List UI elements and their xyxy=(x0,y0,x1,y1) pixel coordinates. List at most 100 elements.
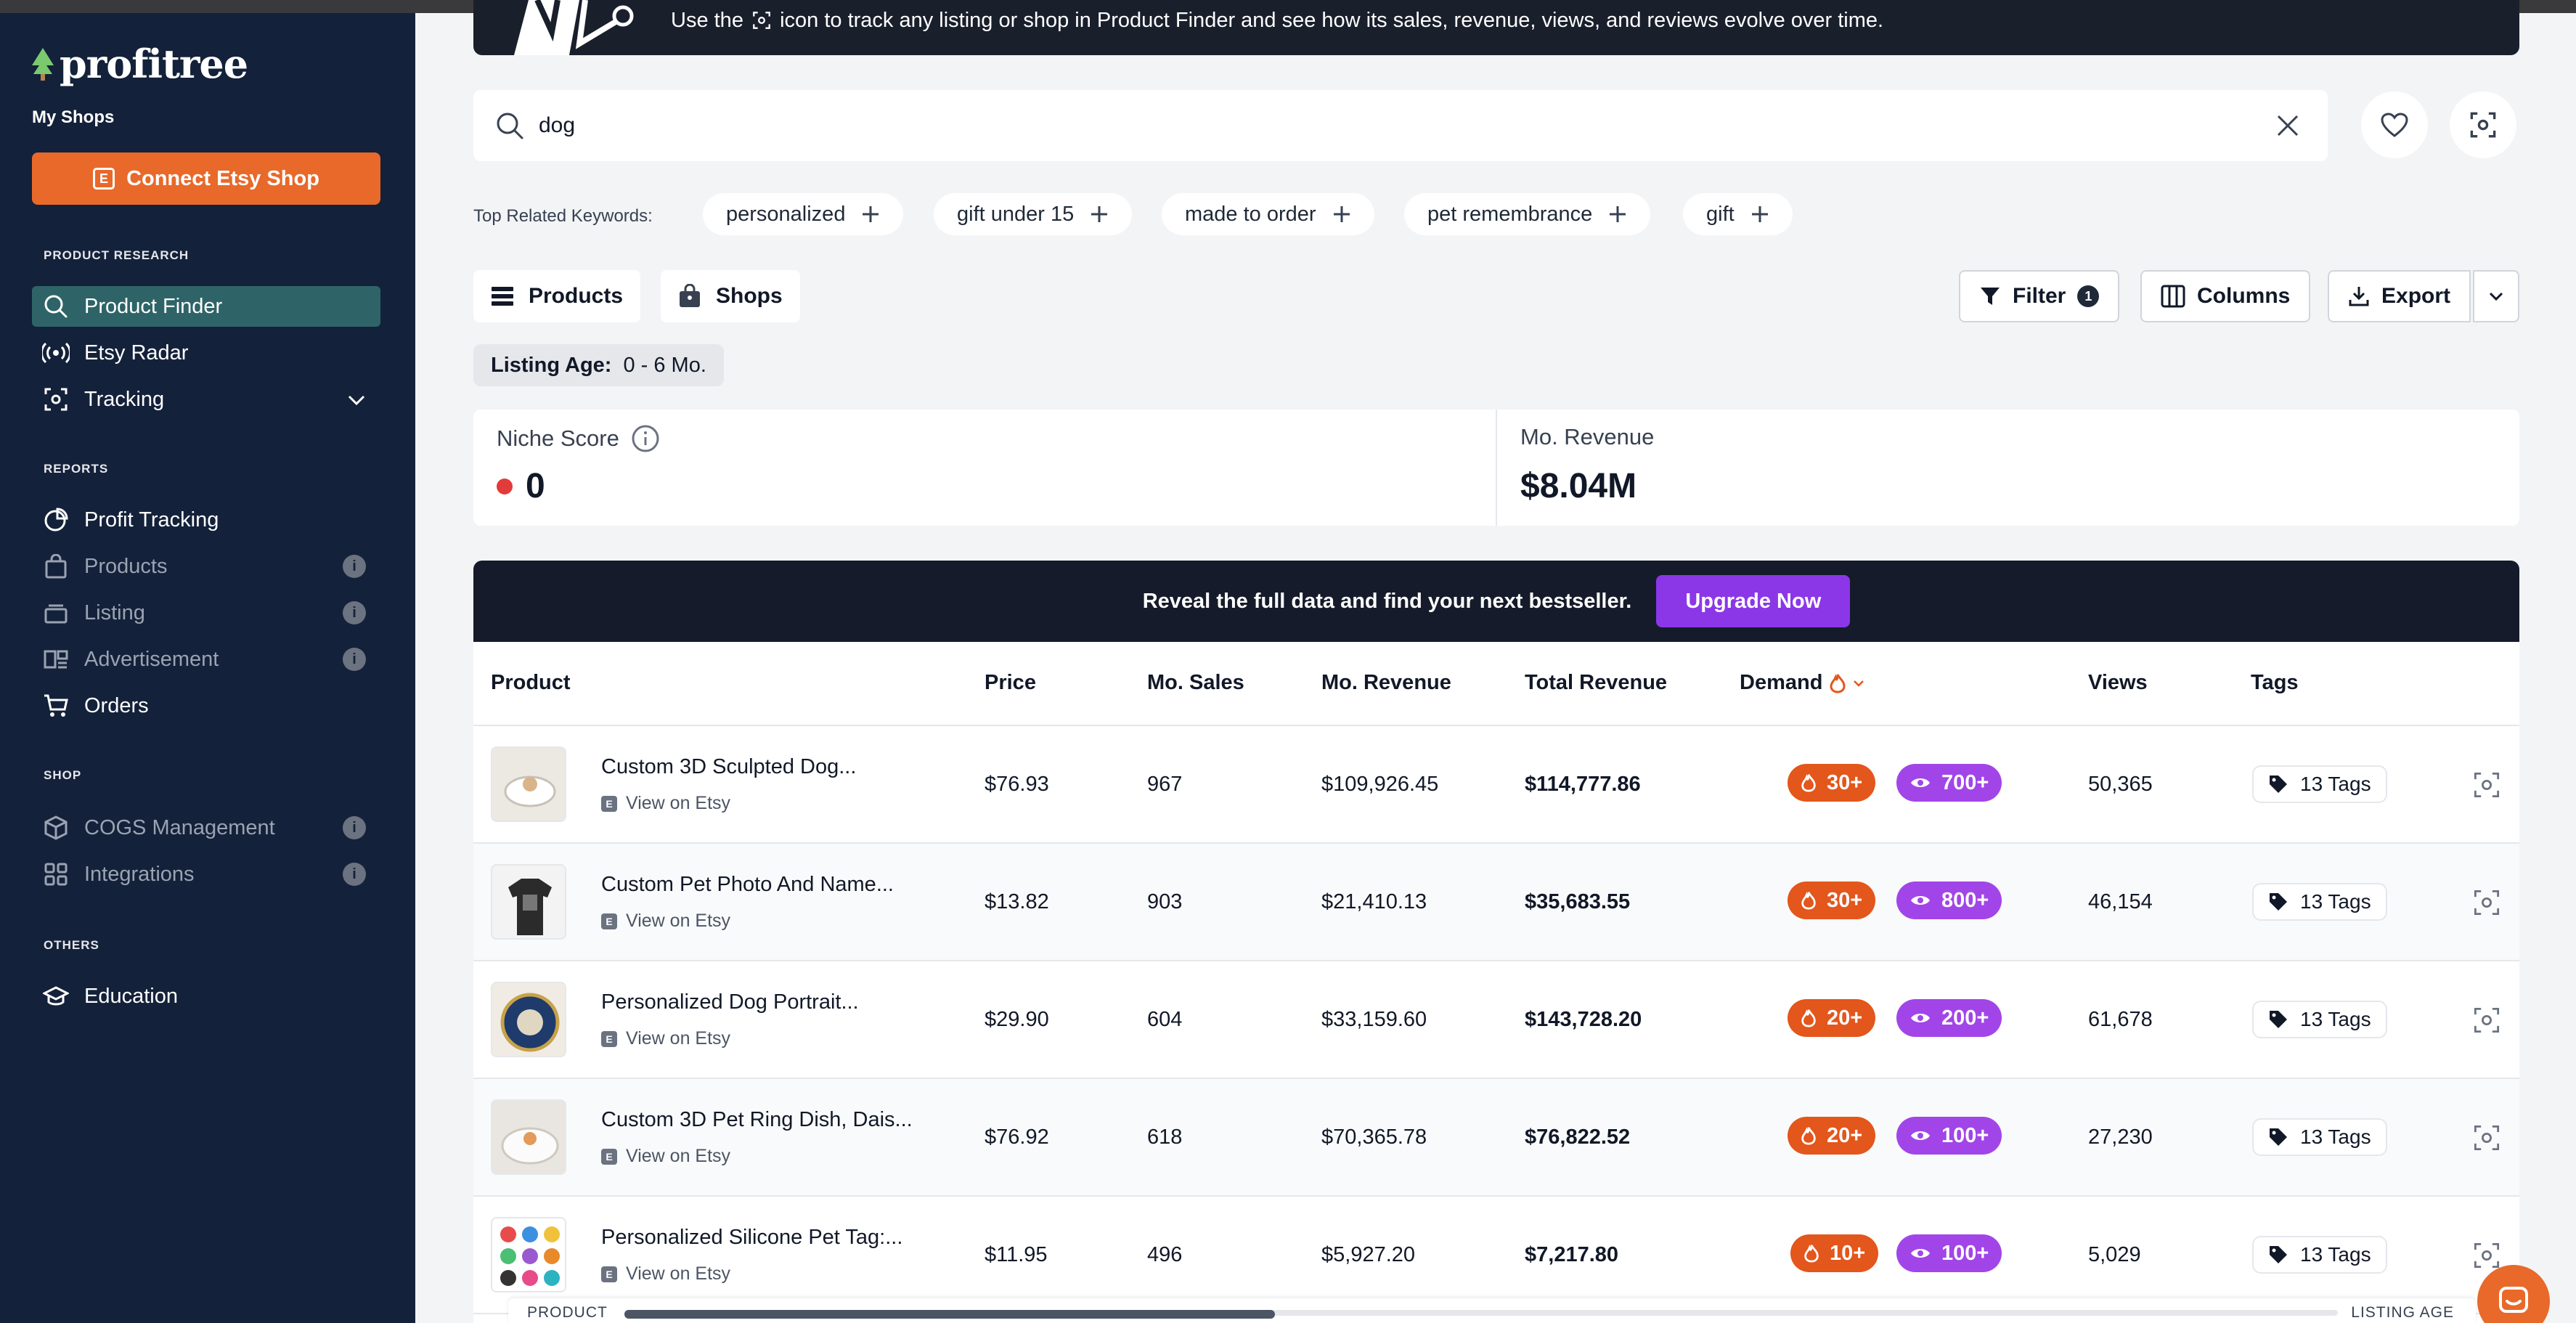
table-row[interactable]: Personalized Dog Portrait... E View on E… xyxy=(473,961,2519,1079)
column-header-tags[interactable]: Tags xyxy=(2251,671,2299,695)
view-on-etsy-link[interactable]: E View on Etsy xyxy=(601,1146,730,1167)
sidebar-item-products[interactable]: Products i xyxy=(32,546,380,587)
total-revenue-cell: $7,217.80 xyxy=(1525,1243,1619,1266)
view-on-etsy-link[interactable]: E View on Etsy xyxy=(601,793,730,814)
info-icon[interactable]: i xyxy=(343,816,366,839)
eye-icon xyxy=(1911,896,1930,905)
keyword-chip[interactable]: gift xyxy=(1683,193,1793,235)
info-icon[interactable]: i xyxy=(343,555,366,578)
chevron-down-icon[interactable] xyxy=(347,388,366,412)
tracking-icon[interactable] xyxy=(2473,771,2500,799)
upgrade-now-button[interactable]: Upgrade Now xyxy=(1656,575,1851,627)
keyword-chip[interactable]: gift under 15 xyxy=(934,193,1133,235)
section-others: OTHERS xyxy=(44,938,99,952)
info-icon[interactable]: i xyxy=(343,863,366,886)
connect-etsy-shop-button[interactable]: E Connect Etsy Shop xyxy=(32,152,380,205)
keyword-chip-label: gift xyxy=(1706,202,1735,226)
sidebar-item-listing[interactable]: Listing i xyxy=(32,593,380,633)
sidebar-item-cogs-management[interactable]: COGS Management i xyxy=(32,807,380,848)
column-header-mo-sales[interactable]: Mo. Sales xyxy=(1147,671,1244,695)
info-icon[interactable]: i xyxy=(343,601,366,624)
column-header-total-revenue[interactable]: Total Revenue xyxy=(1525,671,1667,695)
search-icon xyxy=(42,293,70,320)
logo[interactable]: profitree xyxy=(30,41,248,87)
filter-button[interactable]: Filter 1 xyxy=(1959,270,2120,322)
column-header-mo-revenue[interactable]: Mo. Revenue xyxy=(1321,671,1451,695)
keyword-chip[interactable]: personalized xyxy=(703,193,904,235)
product-name[interactable]: Custom 3D Pet Ring Dish, Dais... xyxy=(601,1108,913,1132)
sidebar-item-orders[interactable]: Orders xyxy=(32,685,380,726)
tab-shops[interactable]: Shops xyxy=(661,270,800,322)
tracking-icon[interactable] xyxy=(2473,1242,2500,1269)
demand-sales-badge: 30+ xyxy=(1788,764,1876,802)
tracking-icon xyxy=(753,12,770,29)
favorite-button[interactable] xyxy=(2361,91,2428,158)
tree-icon xyxy=(32,48,54,81)
product-thumbnail[interactable] xyxy=(491,864,566,940)
table-row[interactable]: Custom 3D Sculpted Dog... E View on Etsy… xyxy=(473,726,2519,844)
product-thumbnail[interactable] xyxy=(491,1217,566,1293)
product-thumbnail[interactable] xyxy=(491,1099,566,1175)
sidebar-item-profit-tracking[interactable]: Profit Tracking xyxy=(32,500,380,540)
tab-products[interactable]: Products xyxy=(473,270,641,322)
column-header-views[interactable]: Views xyxy=(2088,671,2148,695)
product-name[interactable]: Personalized Dog Portrait... xyxy=(601,990,859,1014)
mo-sales-cell: 618 xyxy=(1147,1125,1183,1149)
column-header-product[interactable]: Product xyxy=(491,671,571,695)
niche-score-value-row: 0 xyxy=(497,466,545,506)
tracking-icon[interactable] xyxy=(2473,889,2500,916)
tags-pill[interactable]: 13 Tags xyxy=(2252,1001,2387,1038)
product-name[interactable]: Custom Pet Photo And Name... xyxy=(601,873,894,897)
table-row[interactable]: Custom Pet Photo And Name... E View on E… xyxy=(473,844,2519,961)
plus-icon xyxy=(1751,206,1768,222)
column-header-price[interactable]: Price xyxy=(985,671,1036,695)
sidebar-item-advertisement[interactable]: Advertisement i xyxy=(32,639,380,680)
eye-icon xyxy=(1911,778,1930,787)
view-on-etsy-link[interactable]: E View on Etsy xyxy=(601,1263,730,1285)
info-icon[interactable] xyxy=(631,424,660,453)
view-on-etsy-label: View on Etsy xyxy=(626,1263,731,1284)
tracking-icon[interactable] xyxy=(2473,1124,2500,1152)
tracking-icon[interactable] xyxy=(2473,1006,2500,1034)
table-row[interactable]: Custom 3D Pet Ring Dish, Dais... E View … xyxy=(473,1079,2519,1197)
table-row[interactable]: Personalized Silicone Pet Tag:... E View… xyxy=(473,1197,2519,1314)
chevron-down-icon[interactable] xyxy=(1853,680,1864,687)
scroll-thumb[interactable] xyxy=(624,1310,1275,1319)
search-input[interactable] xyxy=(539,113,2209,138)
view-on-etsy-label: View on Etsy xyxy=(626,911,731,931)
tags-pill[interactable]: 13 Tags xyxy=(2252,883,2387,921)
sidebar-item-etsy-radar[interactable]: Etsy Radar xyxy=(32,333,380,373)
export-dropdown-button[interactable] xyxy=(2473,270,2519,322)
tag-icon xyxy=(2270,1246,2287,1263)
sidebar-item-label: Education xyxy=(84,984,178,1008)
graduation-cap-icon xyxy=(42,982,70,1010)
section-product-research: PRODUCT RESEARCH xyxy=(44,248,189,262)
export-button[interactable]: Export xyxy=(2328,270,2471,322)
sidebar-item-tracking[interactable]: Tracking xyxy=(32,379,380,420)
sidebar-item-product-finder[interactable]: Product Finder xyxy=(32,286,380,327)
horizontal-scrollbar[interactable]: PRODUCT LISTING AGE xyxy=(508,1298,2476,1323)
listing-age-filter-pill[interactable]: Listing Age: 0 - 6 Mo. xyxy=(473,344,724,386)
close-icon[interactable] xyxy=(2275,113,2300,138)
product-thumbnail[interactable] xyxy=(491,746,566,822)
tags-pill[interactable]: 13 Tags xyxy=(2252,1118,2387,1156)
tags-pill[interactable]: 13 Tags xyxy=(2252,765,2387,803)
keyword-chip[interactable]: made to order xyxy=(1162,193,1374,235)
tracking-tip-banner: Use the icon to track any listing or sho… xyxy=(473,0,2519,55)
sidebar-item-integrations[interactable]: Integrations i xyxy=(32,854,380,895)
product-thumbnail[interactable] xyxy=(491,982,566,1057)
product-name[interactable]: Personalized Silicone Pet Tag:... xyxy=(601,1226,902,1250)
product-name[interactable]: Custom 3D Sculpted Dog... xyxy=(601,755,856,779)
search-icon xyxy=(497,113,523,139)
demand-views-value: 200+ xyxy=(1941,1006,1989,1030)
sidebar-item-education[interactable]: Education xyxy=(32,976,380,1017)
view-on-etsy-link[interactable]: E View on Etsy xyxy=(601,1028,730,1049)
column-header-demand[interactable]: Demand xyxy=(1740,671,1864,695)
keyword-chip[interactable]: pet remembrance xyxy=(1404,193,1651,235)
track-search-button[interactable] xyxy=(2450,91,2516,158)
view-on-etsy-link[interactable]: E View on Etsy xyxy=(601,911,730,932)
tags-pill[interactable]: 13 Tags xyxy=(2252,1236,2387,1274)
demand-views-badge: 800+ xyxy=(1896,882,2002,919)
columns-button[interactable]: Columns xyxy=(2140,270,2311,322)
info-icon[interactable]: i xyxy=(343,648,366,671)
